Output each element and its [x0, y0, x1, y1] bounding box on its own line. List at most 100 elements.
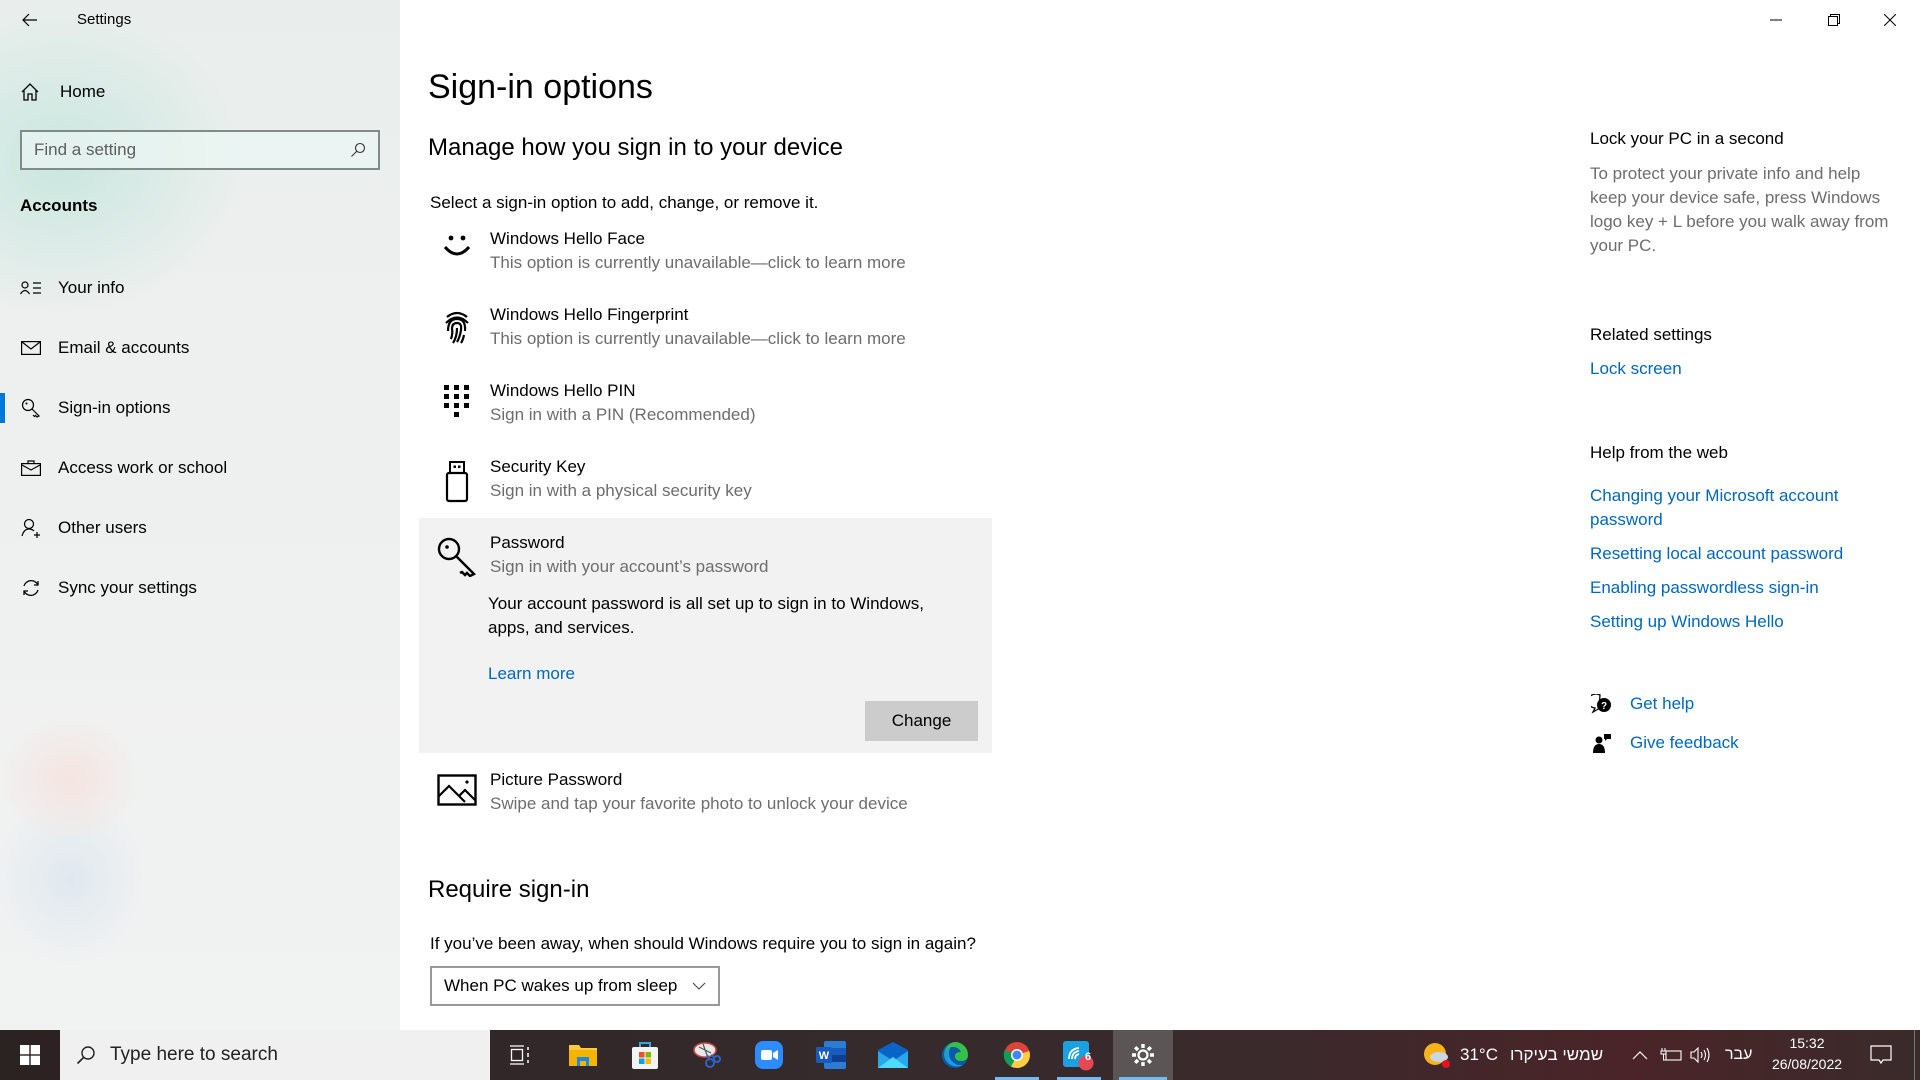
pin-keypad-icon: [432, 379, 482, 427]
search-icon: [76, 1046, 95, 1065]
chevron-up-icon: [1632, 1051, 1648, 1060]
add-person-icon: [20, 517, 42, 539]
notifications-icon: [1870, 1045, 1892, 1065]
give-feedback-label: Give feedback: [1630, 733, 1739, 752]
window-title: Settings: [77, 11, 132, 28]
password-key-icon: [432, 531, 482, 579]
clock-time: 15:32: [1789, 1035, 1825, 1051]
section-description: Select a sign-in option to add, change, …: [430, 193, 819, 212]
briefcase-icon: [20, 457, 42, 479]
task-view-button[interactable]: [492, 1030, 548, 1080]
taskbar-chrome[interactable]: [989, 1030, 1045, 1080]
taskbar-settings[interactable]: [1113, 1030, 1173, 1080]
sidebar-item-sign-in-options[interactable]: Sign-in options: [0, 378, 400, 438]
back-button[interactable]: [14, 6, 46, 34]
option-windows-hello-face[interactable]: Windows Hello Face This option is current…: [428, 227, 1002, 275]
taskbar-mail[interactable]: [865, 1030, 921, 1080]
back-arrow-icon: [22, 13, 37, 27]
battery-indicator[interactable]: [1660, 1030, 1682, 1080]
get-help-icon: ?: [1590, 694, 1614, 714]
taskbar-word[interactable]: W: [803, 1030, 859, 1080]
learn-more-link[interactable]: Learn more: [488, 664, 575, 684]
sidebar-item-access-work-school[interactable]: Access work or school: [0, 438, 400, 498]
restore-icon: [1828, 14, 1840, 26]
lock-pc-heading: Lock your PC in a second: [1590, 129, 1784, 148]
taskbar-search-box[interactable]: Type here to search: [60, 1030, 490, 1080]
folder-icon: [569, 1045, 597, 1066]
minimize-button[interactable]: [1753, 0, 1799, 40]
related-settings-heading: Related settings: [1590, 325, 1712, 344]
key-icon: [20, 397, 42, 419]
restore-button[interactable]: [1811, 0, 1857, 40]
page-title: Sign-in options: [428, 68, 653, 106]
taskbar-microsoft-store[interactable]: [617, 1030, 673, 1080]
option-security-key[interactable]: Security Key Sign in with a physical secu…: [428, 455, 1002, 503]
search-icon[interactable]: [350, 142, 366, 158]
sidebar-item-label: Your info: [58, 278, 125, 297]
taskbar-edge[interactable]: [927, 1030, 983, 1080]
option-windows-hello-pin[interactable]: Windows Hello PIN Sign in with a PIN (Rec…: [428, 379, 1002, 427]
sidebar-item-label: Access work or school: [58, 458, 228, 477]
sidebar-item-your-info[interactable]: Your info: [0, 258, 400, 318]
dropdown-selected-value: When PC wakes up from sleep: [444, 976, 678, 995]
help-from-web-heading: Help from the web: [1590, 443, 1728, 462]
help-link-windows-hello[interactable]: Setting up Windows Hello: [1590, 610, 1870, 634]
require-signin-dropdown[interactable]: When PC wakes up from sleep: [430, 966, 720, 1006]
edge-icon: [942, 1042, 968, 1068]
find-setting-search[interactable]: [20, 130, 380, 170]
sidebar-item-sync-settings[interactable]: Sync your settings: [0, 558, 400, 618]
taskbar-zoom[interactable]: [741, 1030, 797, 1080]
give-feedback-link[interactable]: Give feedback: [1590, 733, 1739, 753]
option-name: Password: [490, 533, 565, 552]
sidebar-item-other-users[interactable]: Other users: [0, 498, 400, 558]
home-label: Home: [60, 82, 106, 101]
show-desktop-button[interactable]: [1914, 1030, 1920, 1080]
password-status-text: Your account password is all set up to s…: [488, 594, 924, 637]
option-description: Sign in with your account’s password: [490, 557, 769, 576]
settings-gear-icon: [1132, 1044, 1154, 1066]
show-hidden-icons-button[interactable]: [1632, 1030, 1648, 1080]
phone-app-badge: 6: [1085, 1051, 1092, 1063]
weather-widget[interactable]: 31°C שמשי בעיקרו: [1422, 1030, 1603, 1080]
section-heading: Manage how you sign in to your device: [428, 134, 843, 161]
sidebar-item-email-accounts[interactable]: Email & accounts: [0, 318, 400, 378]
sidebar-item-label: Sync your settings: [58, 578, 197, 597]
sync-icon: [20, 577, 42, 599]
option-description: Swipe and tap your favorite photo to unl…: [490, 794, 908, 813]
taskbar-snipping-tool[interactable]: [679, 1030, 735, 1080]
clock-date: 26/08/2022: [1771, 1056, 1843, 1072]
help-link-passwordless-signin[interactable]: Enabling passwordless sign-in: [1590, 576, 1870, 600]
option-name: Windows Hello Face: [490, 229, 645, 248]
option-password[interactable]: Password Sign in with your account’s pass…: [428, 531, 1002, 579]
home-icon: [21, 83, 39, 101]
help-link-reset-local-password[interactable]: Resetting local account password: [1590, 542, 1870, 566]
taskbar-clock[interactable]: 15:32 26/08/2022: [1762, 1033, 1852, 1075]
settings-window: Settings Home Accounts Your info Email &…: [0, 0, 1920, 1030]
input-language-indicator[interactable]: עבר: [1725, 1030, 1752, 1080]
start-button[interactable]: [0, 1030, 60, 1080]
battery-charging-icon: [1660, 1048, 1682, 1061]
get-help-link[interactable]: ? Get help: [1590, 694, 1694, 714]
task-view-icon: [510, 1045, 529, 1065]
change-password-button[interactable]: Change: [865, 701, 978, 741]
find-setting-input[interactable]: [34, 140, 350, 160]
option-windows-hello-fingerprint[interactable]: Windows Hello Fingerprint This option is …: [428, 303, 1002, 351]
close-icon: [1884, 14, 1896, 26]
snipping-tool-icon: [693, 1042, 721, 1068]
person-list-icon: [20, 277, 42, 299]
lock-screen-link[interactable]: Lock screen: [1590, 357, 1870, 381]
taskbar-phone-app[interactable]: 6: [1051, 1030, 1107, 1080]
action-center-button[interactable]: [1858, 1030, 1904, 1080]
home-nav-item[interactable]: Home: [20, 78, 105, 106]
help-link-change-ms-password[interactable]: Changing your Microsoft account password: [1590, 484, 1870, 532]
option-name: Security Key: [490, 457, 586, 476]
usb-key-icon: [432, 455, 482, 503]
option-name: Windows Hello Fingerprint: [490, 305, 689, 324]
volume-control[interactable]: [1690, 1030, 1712, 1080]
taskbar-file-explorer[interactable]: [555, 1030, 611, 1080]
close-button[interactable]: [1867, 0, 1913, 40]
fingerprint-icon: [432, 303, 482, 351]
option-picture-password[interactable]: Picture Password Swipe and tap your favor…: [428, 768, 1002, 816]
svg-text:?: ?: [1601, 701, 1607, 712]
feedback-icon: [1590, 733, 1614, 753]
